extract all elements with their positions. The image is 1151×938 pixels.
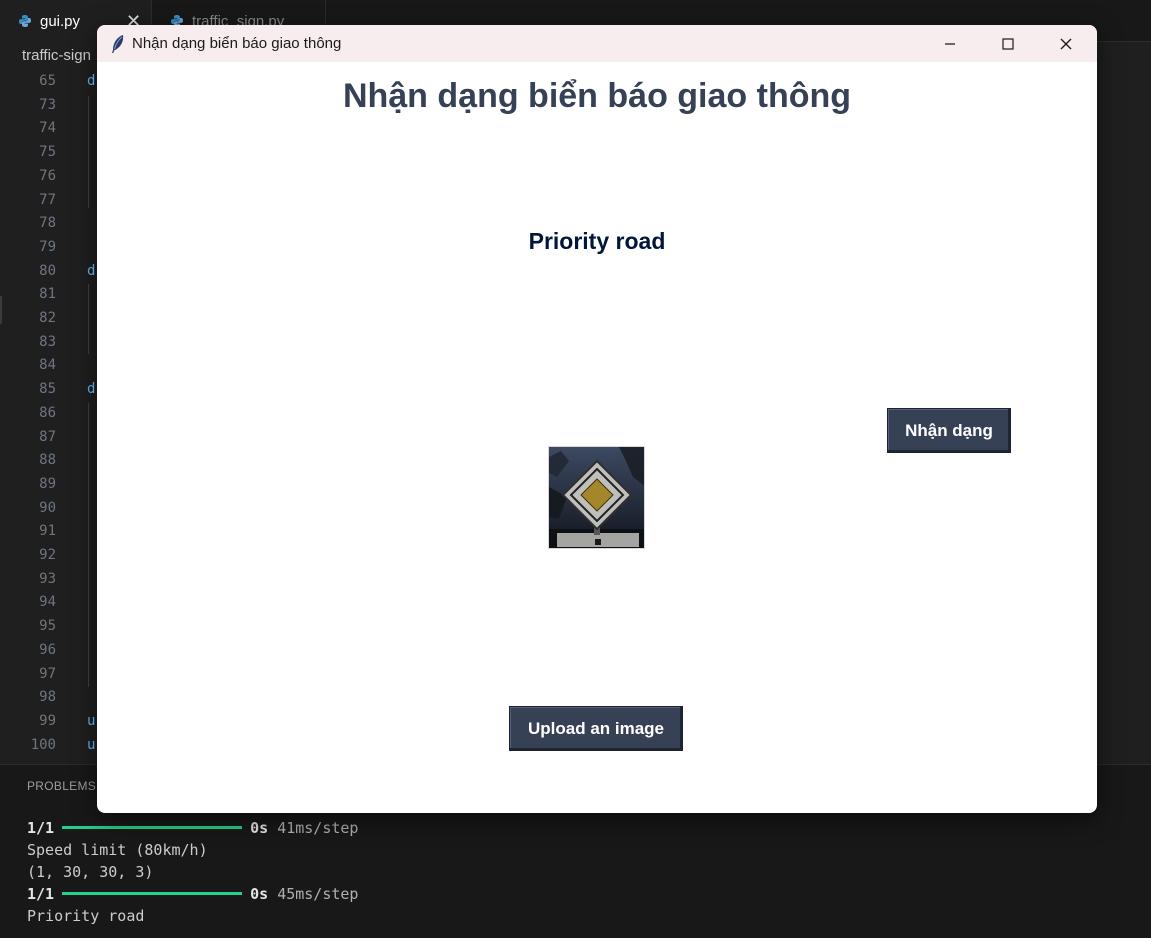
progress-time: 0s bbox=[250, 819, 269, 837]
upload-image-button[interactable]: Upload an image bbox=[509, 706, 683, 751]
progress-bar bbox=[62, 826, 243, 829]
maximize-icon bbox=[1002, 37, 1014, 50]
line-number: 96 bbox=[39, 641, 56, 658]
code-fragment: d bbox=[87, 73, 96, 89]
indent-guide bbox=[88, 284, 89, 354]
line-number: 98 bbox=[39, 689, 56, 706]
classify-button[interactable]: Nhận dạng bbox=[887, 408, 1011, 453]
line-number: 97 bbox=[39, 665, 56, 682]
progress-time: 0s bbox=[250, 885, 269, 903]
line-number: 79 bbox=[39, 238, 56, 255]
app-window: Nhận dạng biển báo giao thông Nhận dạng … bbox=[97, 25, 1097, 813]
progress-count: 1/1 bbox=[27, 885, 55, 903]
code-fragment: d bbox=[87, 262, 96, 279]
terminal-output-line: Speed limit (80km/h) bbox=[27, 841, 208, 859]
code-fragment: u bbox=[87, 736, 96, 753]
line-number: 93 bbox=[39, 570, 56, 587]
maximize-button[interactable] bbox=[979, 25, 1037, 62]
close-icon bbox=[1060, 38, 1072, 49]
line-number: 89 bbox=[39, 475, 56, 492]
priority-road-sign-image bbox=[549, 447, 644, 548]
progress-rate: 45ms/step bbox=[277, 885, 359, 903]
line-number: 85 bbox=[39, 381, 56, 398]
line-number: 87 bbox=[39, 428, 56, 445]
line-number: 82 bbox=[39, 310, 56, 326]
tab-label: gui.py bbox=[40, 12, 81, 30]
terminal-progress-line: 1/1 0s 45ms/step bbox=[27, 883, 358, 905]
breadcrumb[interactable]: traffic-sign bbox=[22, 47, 91, 64]
page-title: Nhận dạng biển báo giao thông bbox=[342, 77, 852, 115]
line-number: 86 bbox=[39, 404, 56, 421]
line-number: 76 bbox=[39, 167, 56, 184]
python-file-icon bbox=[18, 14, 32, 28]
line-number: 94 bbox=[39, 594, 56, 611]
line-number: 83 bbox=[39, 333, 56, 350]
line-number: 74 bbox=[39, 120, 56, 137]
window-title: Nhận dạng biển báo giao thông bbox=[132, 35, 342, 52]
terminal-output-line: (1, 30, 30, 3) bbox=[27, 863, 154, 881]
window-titlebar[interactable]: Nhận dạng biển báo giao thông bbox=[97, 25, 1097, 62]
minimize-button[interactable] bbox=[921, 25, 979, 62]
line-number: 75 bbox=[39, 144, 56, 161]
line-number: 92 bbox=[39, 547, 56, 563]
line-number: 91 bbox=[39, 523, 56, 540]
indent-guide bbox=[88, 96, 89, 208]
line-number: 84 bbox=[39, 357, 56, 374]
window-close-button[interactable] bbox=[1037, 25, 1095, 62]
indent-guide bbox=[88, 403, 89, 687]
terminal-progress-line: 1/1 0s 41ms/step bbox=[27, 817, 358, 839]
code-fragment: d bbox=[87, 381, 96, 398]
line-number: 90 bbox=[39, 499, 56, 516]
line-number: 95 bbox=[39, 618, 56, 635]
line-number: 73 bbox=[39, 96, 56, 113]
line-number: 65 bbox=[39, 73, 56, 89]
line-number: 80 bbox=[39, 262, 56, 279]
minimize-icon bbox=[945, 42, 955, 45]
line-number: 100 bbox=[30, 736, 56, 753]
line-number: 77 bbox=[39, 191, 56, 208]
line-number: 88 bbox=[39, 452, 56, 469]
terminal-output-line: Priority road bbox=[27, 907, 145, 925]
code-fragment: u bbox=[87, 712, 96, 729]
line-number: 78 bbox=[39, 215, 56, 232]
progress-rate: 41ms/step bbox=[277, 819, 359, 837]
progress-count: 1/1 bbox=[27, 819, 55, 837]
progress-bar bbox=[62, 892, 243, 895]
tab-problems[interactable]: PROBLEMS bbox=[27, 779, 96, 793]
prediction-label: Priority road bbox=[528, 228, 666, 254]
tk-feather-icon bbox=[110, 34, 126, 54]
line-number: 81 bbox=[39, 286, 56, 303]
sign-image-preview bbox=[548, 446, 645, 549]
line-number: 99 bbox=[39, 712, 56, 729]
